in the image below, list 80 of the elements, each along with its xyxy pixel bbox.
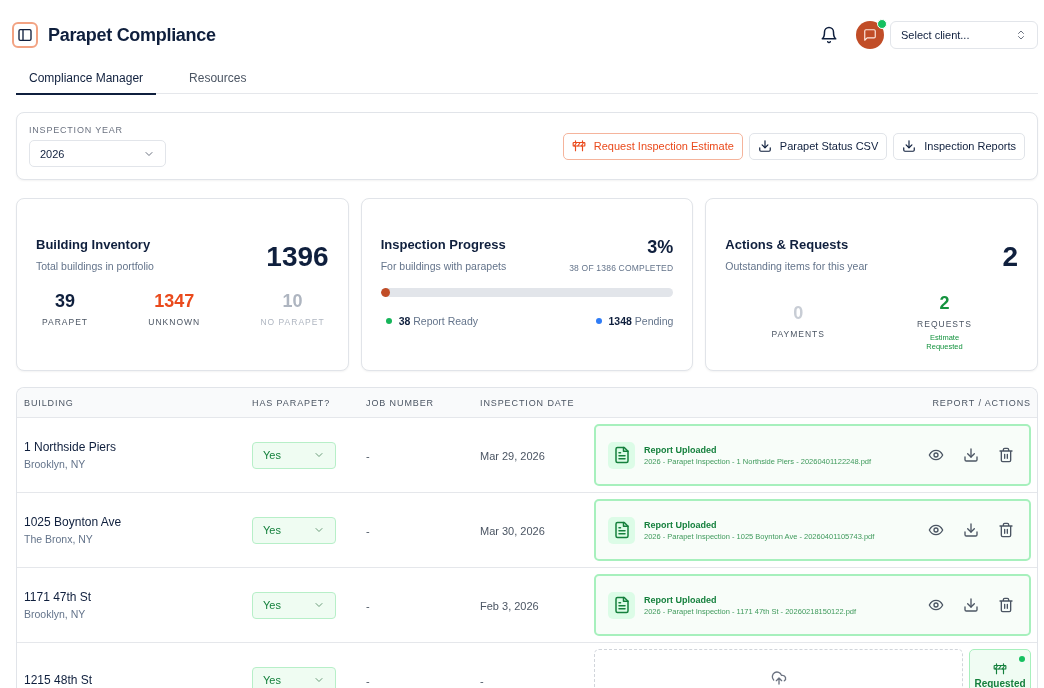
count-label: PARAPET [42,317,89,327]
building-name: 1 Northside Piers [24,440,118,454]
client-select[interactable]: Select client... [890,21,1038,49]
chat-button[interactable] [856,21,884,49]
view-icon[interactable] [928,447,944,463]
parapet-select[interactable]: Yes [252,516,336,544]
count-label: NO PARAPET [260,317,325,327]
building-name: 1025 Boynton Ave [24,515,123,529]
parapet-select[interactable]: Yes [252,666,336,688]
download-button[interactable]: Parapet Status CSV [748,132,888,160]
percent-value: 3% [647,237,674,258]
document-icon [612,446,631,464]
building-name: 1171 47th St [24,590,93,604]
inspection-date: - [480,675,484,687]
view-icon[interactable] [928,597,944,613]
inspection-date: Mar 29, 2026 [480,450,545,462]
barrier-icon [993,662,1007,676]
inspection-date: Feb 3, 2026 [480,600,539,612]
count: 1347 [154,291,195,312]
card-title: Actions & Requests [725,237,850,252]
request-estimate-button[interactable]: Request Inspection Estimate [562,132,743,160]
card-title: Inspection Progress [380,237,507,252]
building-location: Brooklyn, NY [24,458,87,470]
count: 39 [55,291,76,312]
download-button[interactable]: Inspection Reports [893,132,1025,160]
column-header: HAS PARAPET? [252,397,332,408]
count: 10 [282,291,303,312]
year-label: INSPECTION YEAR [29,125,124,135]
delete-icon[interactable] [998,522,1014,538]
total-count: 2 [1002,241,1018,273]
delete-icon[interactable] [998,447,1014,463]
year-select[interactable]: 2026 [29,140,166,167]
report-status: Report Uploaded [644,594,718,605]
job-number: - [366,525,370,537]
report-status: Report Uploaded [644,519,718,530]
document-icon [612,596,631,614]
card-subtitle: For buildings with parapets [380,260,507,272]
sidebar-icon [17,27,33,43]
barrier-icon [571,139,586,153]
download-icon[interactable] [963,597,979,613]
download-icon[interactable] [963,447,979,463]
column-header: JOB NUMBER [366,397,435,408]
completed-count: 38 OF 1386 COMPLETED [569,263,674,273]
sidebar-toggle-button[interactable] [12,22,38,48]
legend-text: 38 Report Ready [398,315,479,327]
download-icon [757,139,772,153]
legend-text: 1348 Pending [608,315,674,327]
up-down-chevron-icon [1015,29,1027,41]
tab[interactable]: Resources [176,70,260,95]
column-header: REPORT / ACTIONS [931,397,1032,408]
card-subtitle: Total buildings in portfolio [36,260,154,272]
building-location: Brooklyn, NY [24,608,87,620]
card-title: Building Inventory [36,237,152,252]
building-location: The Bronx, NY [24,533,94,545]
count-label: UNKNOWN [148,317,201,327]
chat-icon [863,28,877,42]
report-status: Report Uploaded [644,444,718,455]
building-name: 1215 48th St [24,673,94,687]
download-icon [902,139,917,153]
tab[interactable]: Compliance Manager [16,70,157,95]
view-icon[interactable] [928,522,944,538]
parapet-select[interactable]: Yes [252,441,336,469]
bell-icon [820,26,838,44]
cloud-upload-icon [770,670,787,686]
document-icon [612,521,631,539]
count-label: PAYMENTS [771,329,825,339]
app-title: Parapet Compliance [48,24,216,46]
job-number: - [366,675,370,687]
total-count: 1396 [266,241,329,273]
card-subtitle: Outstanding items for this year [725,260,868,272]
delete-icon[interactable] [998,597,1014,613]
parapet-select[interactable]: Yes [252,591,336,619]
count-label: REQUESTS [917,319,972,329]
job-number: - [366,600,370,612]
download-icon[interactable] [963,522,979,538]
column-header: BUILDING [24,397,75,408]
job-number: - [366,450,370,462]
count: 2 [939,293,950,314]
column-header: INSPECTION DATE [480,397,576,408]
inspection-date: Mar 30, 2026 [480,525,545,537]
